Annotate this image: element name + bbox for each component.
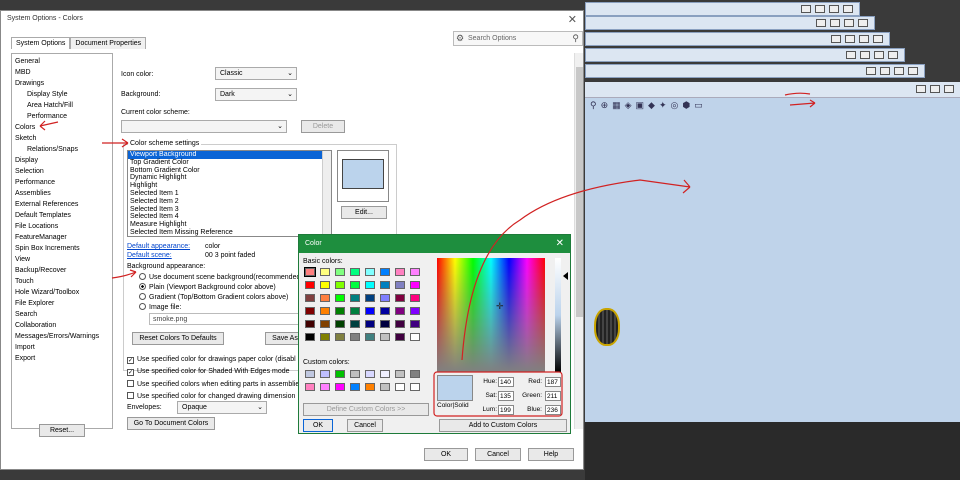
arrow-colors-annotation xyxy=(39,120,59,131)
curve-color-to-viewport xyxy=(461,179,691,361)
highlight-rgb-box xyxy=(433,371,563,417)
red-annotations xyxy=(39,92,816,417)
arrow-viewport-annotation xyxy=(102,138,129,148)
arrow-top-right-annotation-2 xyxy=(789,99,816,108)
arrow-top-right-annotation xyxy=(784,92,811,96)
arrow-plain-annotation xyxy=(111,269,137,279)
